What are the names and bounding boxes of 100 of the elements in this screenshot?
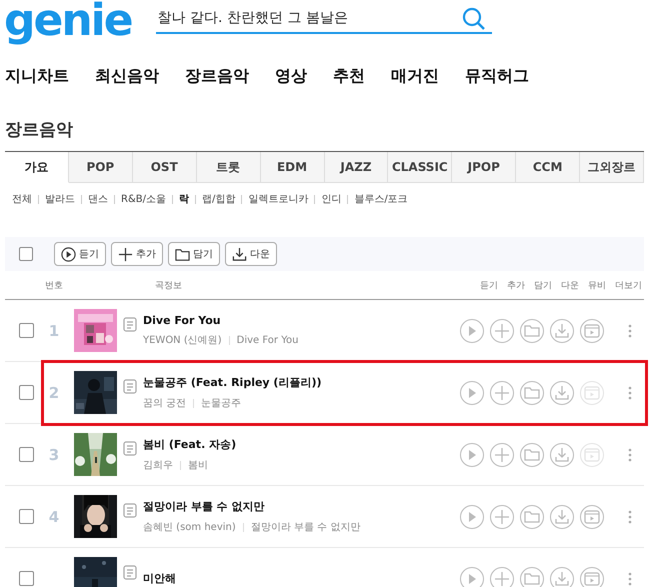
genre-tab[interactable]: 트롯 <box>196 152 261 183</box>
album-name[interactable]: Dive For You <box>236 334 298 346</box>
column-header: 번호 <box>45 280 64 292</box>
genre-tab[interactable]: CLASSIC <box>388 152 452 183</box>
genre-tab[interactable]: JAZZ <box>324 152 388 183</box>
nav-link[interactable]: 뮤직허그 <box>465 66 529 86</box>
lyrics-icon[interactable] <box>123 317 137 332</box>
genre-tab[interactable]: EDM <box>260 152 324 183</box>
play-button[interactable] <box>460 566 484 587</box>
song-title[interactable]: 미안해 <box>143 571 460 586</box>
album-name[interactable]: 절망이라 부를 수 없지만 <box>250 520 360 534</box>
nav-link[interactable]: 최신음악 <box>95 66 159 86</box>
subgenre-link[interactable]: 락 <box>178 192 189 206</box>
nav-link[interactable]: 추천 <box>333 66 365 86</box>
play-button[interactable] <box>460 380 484 404</box>
more-icon <box>628 510 632 524</box>
genre-tab[interactable]: 그외장르 <box>580 152 644 183</box>
plus-icon <box>494 570 510 586</box>
more-button[interactable] <box>626 570 634 586</box>
play-icon <box>61 246 76 262</box>
subgenre-link[interactable]: 인디 <box>321 192 342 206</box>
video-icon <box>584 570 600 586</box>
add-button[interactable] <box>490 504 514 528</box>
download-icon <box>554 446 570 462</box>
play-button[interactable]: 듣기 <box>54 242 106 266</box>
folder-button[interactable] <box>520 318 544 342</box>
artist-name[interactable]: 꿈의 궁전 <box>143 396 186 410</box>
genre-tab[interactable]: CCM <box>516 152 580 183</box>
plus-icon <box>494 384 510 400</box>
artist-name[interactable]: 솜혜빈 (som hevin) <box>143 520 236 534</box>
more-icon <box>628 572 632 586</box>
nav-link[interactable]: 영상 <box>275 66 307 86</box>
add-button[interactable] <box>490 442 514 466</box>
play-button[interactable] <box>460 504 484 528</box>
lyrics-icon[interactable] <box>123 565 137 580</box>
subgenre-link[interactable]: 랩/힙합 <box>202 192 236 206</box>
folder-icon <box>524 508 540 524</box>
song-title[interactable]: Dive For You <box>143 314 460 327</box>
column-header: 담기 <box>534 280 552 292</box>
rank-number: 1 <box>48 322 60 340</box>
play-button[interactable] <box>460 442 484 466</box>
plus-icon <box>494 322 510 338</box>
subgenre-link[interactable]: 블루스/포크 <box>354 192 408 206</box>
download-button[interactable] <box>550 380 574 404</box>
search-icon[interactable] <box>462 7 486 31</box>
song-title[interactable]: 봄비 (Feat. 자송) <box>143 437 460 452</box>
more-button[interactable] <box>626 384 634 400</box>
add-button[interactable] <box>490 380 514 404</box>
subgenre-link[interactable]: 전체 <box>12 192 32 206</box>
subgenre-link[interactable]: 발라드 <box>45 192 75 206</box>
download-button[interactable] <box>550 442 574 466</box>
download-button[interactable]: 다운 <box>225 242 277 266</box>
song-title[interactable]: 절망이라 부를 수 없지만 <box>143 499 460 514</box>
folder-button[interactable] <box>520 442 544 466</box>
song-checkbox[interactable] <box>19 509 34 524</box>
lyrics-icon[interactable] <box>123 503 137 518</box>
song-checkbox[interactable] <box>19 385 34 400</box>
nav-link[interactable]: 장르음악 <box>185 66 249 86</box>
download-button[interactable] <box>550 318 574 342</box>
song-checkbox[interactable] <box>19 571 34 586</box>
artist-name[interactable]: YEWON (신예원) <box>143 333 222 347</box>
genre-tab[interactable]: POP <box>68 152 133 183</box>
artist-name[interactable]: 김희우 <box>143 458 173 472</box>
album-name[interactable]: 봄비 <box>188 458 208 472</box>
song-title[interactable]: 눈물공주 (Feat. Ripley (리플리)) <box>143 375 460 390</box>
nav-link[interactable]: 지니차트 <box>5 66 69 86</box>
rank-number: 4 <box>48 508 60 526</box>
download-icon <box>554 384 570 400</box>
more-button[interactable] <box>626 446 634 462</box>
music-video-button[interactable] <box>580 504 604 528</box>
add-button[interactable] <box>490 566 514 587</box>
album-name[interactable]: 눈물공주 <box>201 396 242 410</box>
more-button[interactable] <box>626 508 634 524</box>
music-video-button[interactable] <box>580 318 604 342</box>
song-checkbox[interactable] <box>19 447 34 462</box>
subgenre-link[interactable]: R&B/소울 <box>121 192 166 206</box>
lyrics-icon[interactable] <box>123 441 137 456</box>
folder-icon <box>524 570 540 586</box>
nav-link[interactable]: 매거진 <box>391 66 439 86</box>
folder-button[interactable] <box>520 566 544 587</box>
add-button[interactable]: 추가 <box>111 242 163 266</box>
more-button[interactable] <box>626 322 634 338</box>
folder-button[interactable] <box>520 504 544 528</box>
genre-tab[interactable]: JPOP <box>452 152 516 183</box>
plus-icon <box>494 508 510 524</box>
folder-button[interactable] <box>520 380 544 404</box>
subgenre-link[interactable]: 일렉트로니카 <box>248 192 308 206</box>
add-button[interactable] <box>490 318 514 342</box>
subgenre-link[interactable]: 댄스 <box>88 192 108 206</box>
song-checkbox[interactable] <box>19 323 34 338</box>
column-header: 더보기 <box>615 280 642 292</box>
download-button[interactable] <box>550 566 574 587</box>
download-button[interactable] <box>550 504 574 528</box>
folder-button[interactable]: 담기 <box>168 242 220 266</box>
genre-tab[interactable]: OST <box>132 152 197 183</box>
music-video-button[interactable] <box>580 566 604 587</box>
play-button[interactable] <box>460 318 484 342</box>
search-field[interactable]: 찰나 같다. 찬란했던 그 봄날은 <box>156 4 492 34</box>
select-all-checkbox[interactable] <box>19 247 33 261</box>
lyrics-icon[interactable] <box>123 379 137 394</box>
